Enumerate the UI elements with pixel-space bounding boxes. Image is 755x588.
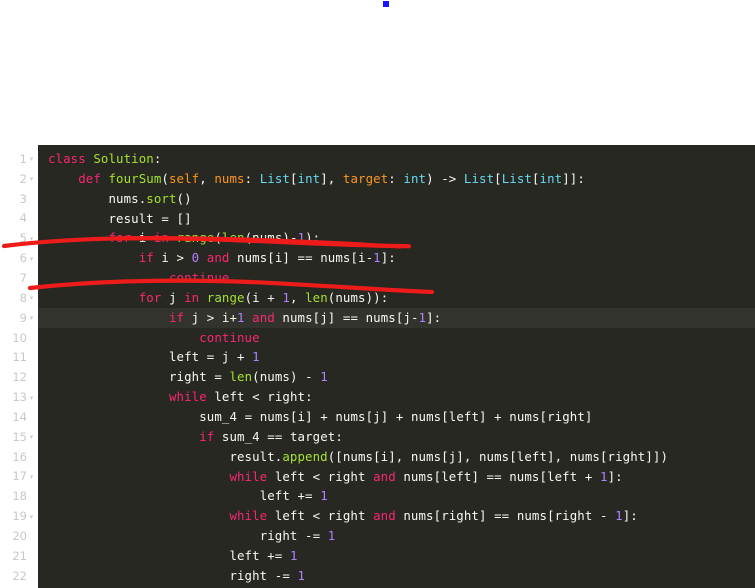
- line-number-label: 9: [19, 310, 27, 325]
- code-line-16[interactable]: result.append([nums[i], nums[j], nums[le…: [38, 447, 755, 467]
- line-number-19[interactable]: 19 ▾: [0, 506, 38, 526]
- line-number-3[interactable]: 3▾: [0, 189, 38, 209]
- line-number-label: 13: [12, 390, 27, 405]
- code-line-7[interactable]: continue: [38, 268, 755, 288]
- line-number-label: 4: [19, 211, 27, 226]
- fold-arrow-icon[interactable]: ▾: [27, 156, 36, 163]
- line-number-label: 2: [19, 171, 27, 186]
- line-number-label: 5: [19, 231, 27, 246]
- fold-arrow-icon[interactable]: ▾: [27, 295, 36, 302]
- line-number-label: 20: [12, 528, 27, 543]
- code-line-11[interactable]: left = j + 1: [38, 347, 755, 367]
- code-line-3[interactable]: nums.sort(): [38, 189, 755, 209]
- code-line-5[interactable]: for i in range(len(nums)-1):: [38, 228, 755, 248]
- code-line-17[interactable]: while left < right and nums[left] == num…: [38, 467, 755, 487]
- line-number-20[interactable]: 20▾: [0, 526, 38, 546]
- code-line-15[interactable]: if sum_4 == target:: [38, 427, 755, 447]
- line-number-11[interactable]: 11▾: [0, 347, 38, 367]
- code-line-9[interactable]: if j > i+1 and nums[j] == nums[j-1]:: [38, 307, 755, 328]
- line-number-label: 1: [19, 151, 27, 166]
- fold-arrow-icon[interactable]: ▾: [27, 473, 36, 481]
- code-line-20[interactable]: right -= 1: [38, 526, 755, 546]
- code-line-21[interactable]: left += 1: [38, 546, 755, 566]
- code-line-10[interactable]: continue: [38, 328, 755, 348]
- line-number-22[interactable]: 22▾: [0, 566, 38, 586]
- code-line-14[interactable]: sum_4 = nums[i] + nums[j] + nums[left] +…: [38, 407, 755, 427]
- line-number-label: 21: [12, 548, 27, 563]
- line-number-13[interactable]: 13 ▾: [0, 387, 38, 407]
- code-line-8[interactable]: for j in range(i + 1, len(nums)):: [38, 288, 755, 308]
- line-number-2[interactable]: 2 ▾: [0, 169, 38, 189]
- line-number-15[interactable]: 15 ▾: [0, 427, 38, 447]
- line-number-label: 15: [12, 429, 27, 444]
- line-number-12[interactable]: 12▾: [0, 367, 38, 387]
- line-number-gutter[interactable]: 1▾2▾3▾4▾5▾6▾7▾8▾9▾10▾11▾12▾13▾14▾15▾16▾1…: [0, 145, 38, 588]
- fold-arrow-icon[interactable]: ▾: [27, 255, 36, 263]
- code-editor[interactable]: 1▾2▾3▾4▾5▾6▾7▾8▾9▾10▾11▾12▾13▾14▾15▾16▾1…: [0, 145, 755, 588]
- line-number-label: 7: [19, 270, 27, 285]
- line-number-label: 17: [12, 469, 27, 484]
- line-number-7[interactable]: 7▾: [0, 268, 38, 288]
- fold-arrow-icon[interactable]: ▾: [27, 513, 36, 521]
- line-number-10[interactable]: 10▾: [0, 328, 38, 348]
- line-number-label: 8: [19, 290, 27, 305]
- code-line-18[interactable]: left += 1: [38, 486, 755, 506]
- code-area[interactable]: class Solution: def fourSum(self, nums: …: [38, 145, 755, 588]
- code-line-22[interactable]: right -= 1: [38, 566, 755, 586]
- code-line-2[interactable]: def fourSum(self, nums: List[int], targe…: [38, 169, 755, 189]
- line-number-9[interactable]: 9 ▾: [0, 308, 38, 328]
- line-number-label: 11: [12, 350, 27, 365]
- line-number-label: 14: [12, 409, 27, 424]
- fold-arrow-icon[interactable]: ▾: [27, 394, 36, 402]
- line-number-6[interactable]: 6 ▾: [0, 248, 38, 268]
- line-number-4[interactable]: 4▾: [0, 209, 38, 229]
- line-number-label: 16: [12, 449, 27, 464]
- fold-arrow-icon[interactable]: ▾: [27, 235, 36, 243]
- fold-arrow-icon[interactable]: ▾: [27, 176, 36, 183]
- code-line-19[interactable]: while left < right and nums[right] == nu…: [38, 506, 755, 526]
- line-number-17[interactable]: 17 ▾: [0, 467, 38, 487]
- line-number-label: 19: [12, 509, 27, 524]
- code-line-12[interactable]: right = len(nums) - 1: [38, 367, 755, 387]
- line-number-label: 10: [12, 330, 27, 345]
- line-number-label: 6: [19, 251, 27, 266]
- code-line-1[interactable]: class Solution:: [38, 149, 755, 169]
- line-number-5[interactable]: 5 ▾: [0, 228, 38, 248]
- line-number-label: 18: [12, 489, 27, 504]
- line-number-21[interactable]: 21▾: [0, 546, 38, 566]
- line-number-8[interactable]: 8 ▾: [0, 288, 38, 308]
- line-number-label: 3: [19, 191, 27, 206]
- page-root: 1▾2▾3▾4▾5▾6▾7▾8▾9▾10▾11▾12▾13▾14▾15▾16▾1…: [0, 0, 755, 588]
- fold-arrow-icon[interactable]: ▾: [27, 315, 36, 322]
- line-number-16[interactable]: 16▾: [0, 447, 38, 467]
- line-number-14[interactable]: 14▾: [0, 407, 38, 427]
- line-number-label: 22: [12, 568, 27, 583]
- blue-dot-marker: [383, 1, 389, 7]
- fold-arrow-icon[interactable]: ▾: [27, 434, 36, 441]
- code-line-13[interactable]: while left < right:: [38, 387, 755, 407]
- code-line-4[interactable]: result = []: [38, 209, 755, 229]
- line-number-label: 12: [12, 370, 27, 385]
- line-number-1[interactable]: 1 ▾: [0, 149, 38, 169]
- line-number-18[interactable]: 18▾: [0, 486, 38, 506]
- code-line-6[interactable]: if i > 0 and nums[i] == nums[i-1]:: [38, 248, 755, 268]
